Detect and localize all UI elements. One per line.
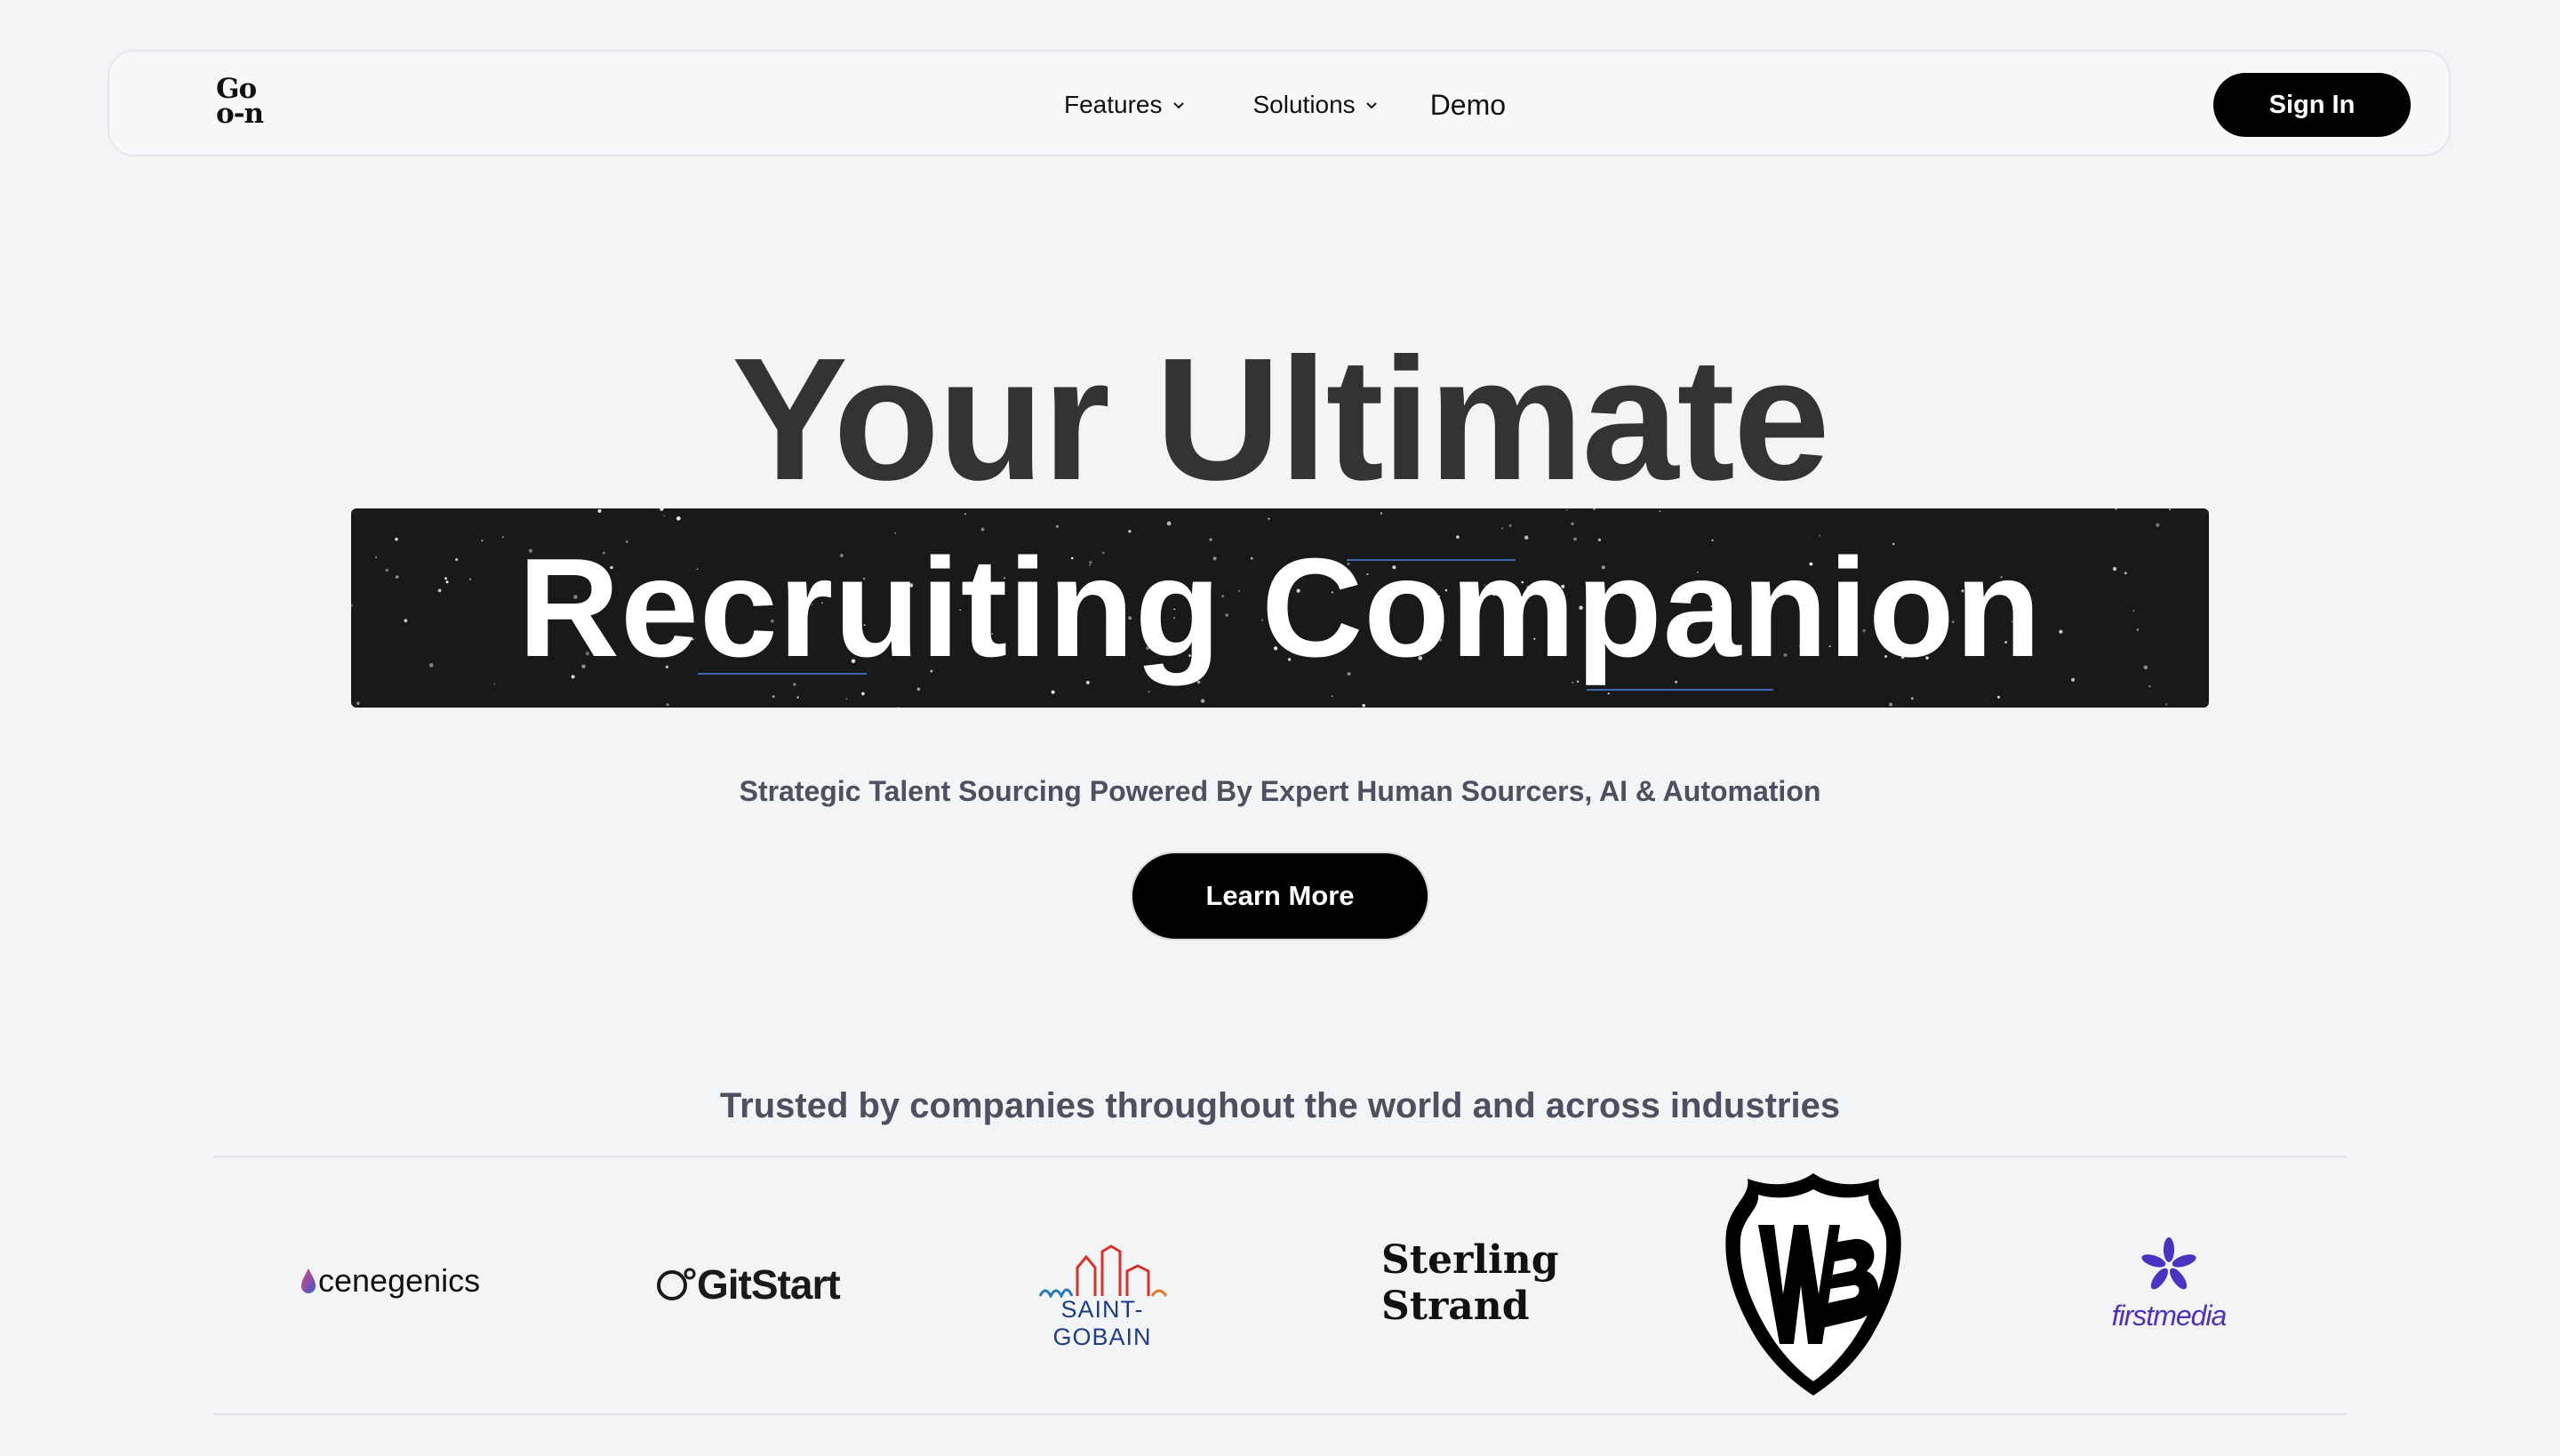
nav-solutions-label: Solutions	[1252, 91, 1356, 118]
wb-shield-icon	[1725, 1173, 1901, 1396]
divider	[213, 1413, 2347, 1415]
trusted-heading: Trusted by companies throughout the worl…	[719, 1086, 1841, 1125]
firstmedia-wordmark: firstmedia	[2111, 1300, 2228, 1332]
cenegenics-logo: cenegenics	[299, 1262, 480, 1300]
go-on-logo[interactable]: Go o-n	[216, 76, 278, 133]
sterling-wordmark-line2: Strand	[1381, 1284, 1530, 1329]
divider	[213, 1156, 2347, 1157]
gitstart-ring-icon	[657, 1268, 696, 1300]
hero-banner: Recruiting Companion	[351, 508, 2209, 708]
city-skyline-icon	[1038, 1244, 1168, 1300]
learn-more-button[interactable]: Learn More	[1131, 852, 1429, 940]
chevron-down-icon	[1365, 102, 1377, 109]
gitstart-wordmark: GitStart	[697, 1261, 841, 1308]
hero-title-line1: Your Ultimate	[732, 322, 1830, 516]
nav-demo-label: Demo	[1429, 88, 1507, 121]
logo-line2: o-n	[216, 98, 264, 130]
nav-solutions-dropdown[interactable]: Solutions	[1253, 91, 1379, 119]
sterling-wordmark-line1: Sterling	[1381, 1237, 1559, 1283]
hero-title-line2: Recruiting Companion	[517, 530, 2043, 686]
droplet-icon	[301, 1268, 316, 1293]
sign-in-button[interactable]: Sign In	[2213, 73, 2411, 137]
nav-demo-link[interactable]: Demo	[1430, 89, 1506, 122]
nav-features-label: Features	[1064, 91, 1163, 118]
cenegenics-wordmark: cenegenics	[318, 1262, 481, 1299]
saint-gobain-logo: SAINT-GOBAIN	[1013, 1244, 1191, 1350]
saint-gobain-wordmark: SAINT-GOBAIN	[1052, 1296, 1152, 1350]
gitstart-logo: GitStart	[656, 1260, 841, 1308]
nav-menu: Features Solutions Demo	[1064, 87, 1506, 123]
nav-features-dropdown[interactable]: Features	[1064, 91, 1186, 119]
chevron-down-icon	[1172, 102, 1184, 109]
flower-icon	[2141, 1237, 2196, 1290]
firstmedia-logo: firstmedia	[2098, 1234, 2240, 1340]
navbar: Go o-n Features Solutions Demo Sign In	[108, 50, 2451, 156]
hero-subtitle: Strategic Talent Sourcing Powered By Exp…	[739, 775, 1821, 807]
warner-bros-logo: WB	[1721, 1170, 1906, 1399]
sterling-strand-logo: Sterling Strand	[1381, 1237, 1558, 1330]
